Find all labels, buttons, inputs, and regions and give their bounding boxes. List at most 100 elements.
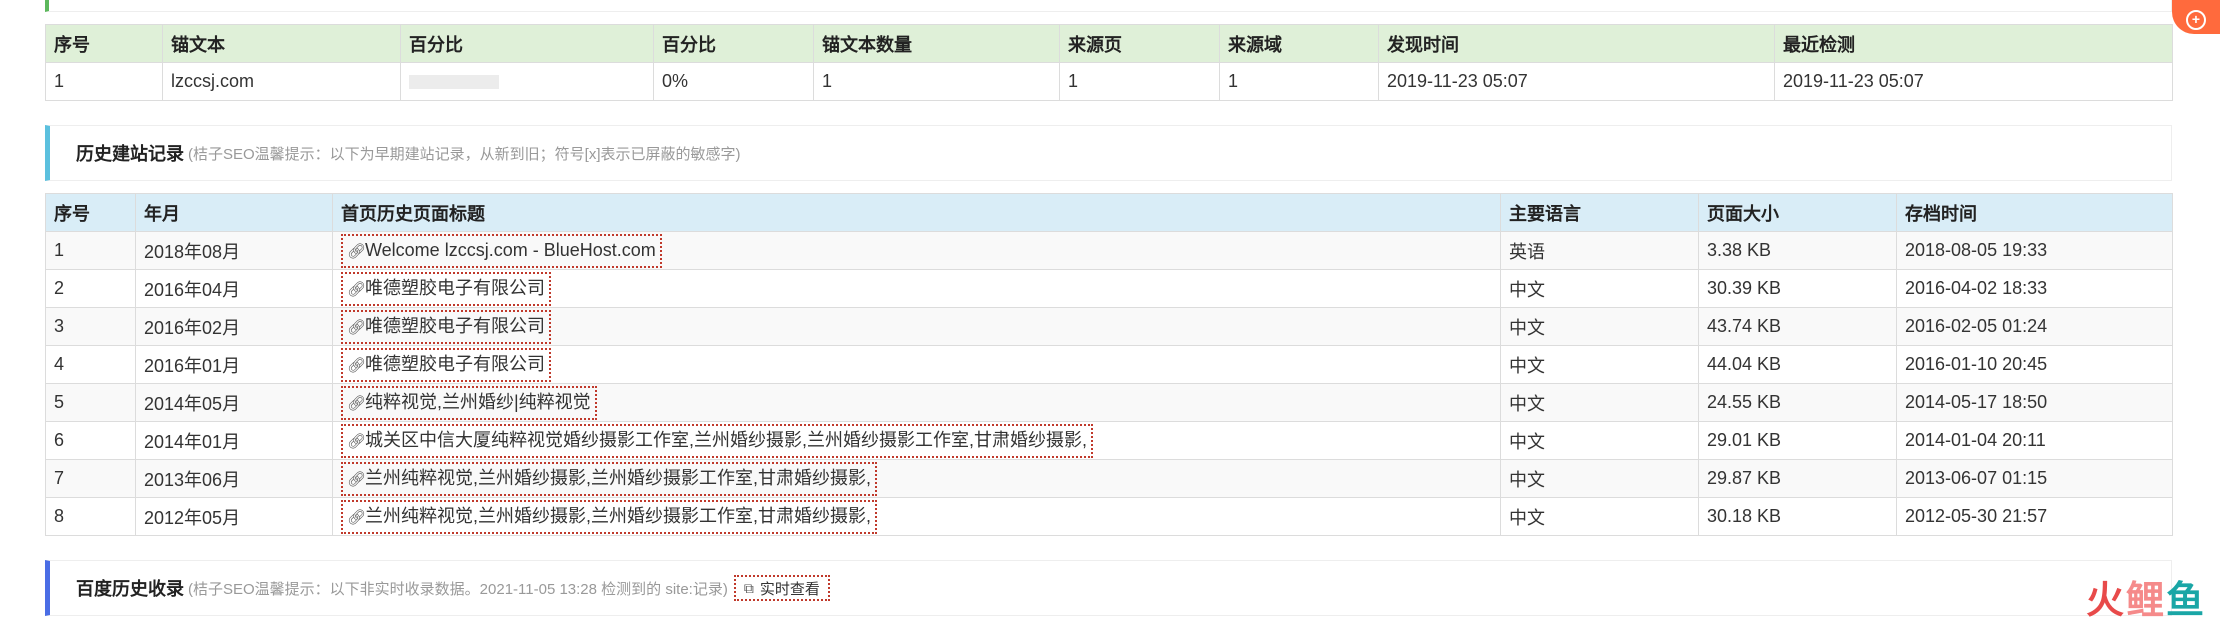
cell-page-title: 🔗︎城关区中信大厦纯粹视觉婚纱摄影工作室,兰州婚纱摄影,兰州婚纱摄影工作室,甘肃… [332,421,1501,460]
cell-index: 7 [45,459,136,498]
link-icon: 🔗︎ [347,394,367,412]
link-icon: 🔗︎ [347,318,367,336]
col-index: 序号 [45,24,163,63]
history-table: 序号 年月 首页历史页面标题 主要语言 页面大小 存档时间 1 2018年08月… [45,193,2173,536]
cell-year-month: 2014年01月 [135,421,333,460]
link-icon: 🔗︎ [347,242,367,260]
col-source-pages: 来源页 [1059,24,1220,63]
cell-year-month: 2018年08月 [135,231,333,270]
col-anchor-count: 锚文本数量 [813,24,1060,63]
live-check-button[interactable]: ⧉ 实时查看 [733,575,830,601]
side-feedback-tab[interactable]: + [2172,0,2220,34]
cell-page-size: 30.18 KB [1698,497,1897,536]
watermark-char-3: 鱼 [2165,578,2206,622]
history-table-header: 序号 年月 首页历史页面标题 主要语言 页面大小 存档时间 [45,193,2173,232]
table-row: 1 lzccsj.com 0% 1 1 1 2019-11-23 05:07 2… [45,62,2173,101]
table-row: 6 2014年01月 🔗︎城关区中信大厦纯粹视觉婚纱摄影工作室,兰州婚纱摄影,兰… [45,421,2173,460]
history-title-text: 兰州纯粹视觉,兰州婚纱摄影,兰州婚纱摄影工作室,甘肃婚纱摄影, [365,467,872,488]
cell-page-size: 30.39 KB [1698,269,1897,308]
cell-archive-time: 2012-05-30 21:57 [1896,497,2173,536]
cell-index: 4 [45,345,136,384]
cell-page-size: 24.55 KB [1698,383,1897,422]
cell-index: 2 [45,269,136,308]
link-icon: 🔗︎ [347,280,367,298]
cell-year-month: 2012年05月 [135,497,333,536]
history-title-link[interactable]: 🔗︎唯德塑胶电子有限公司 [341,309,551,344]
main-content: 序号 锚文本 百分比 百分比 锚文本数量 来源页 来源域 发现时间 最近检测 1… [45,0,2173,628]
watermark-char-2: 鲤 [2125,578,2166,622]
history-title-link[interactable]: 🔗︎城关区中信大厦纯粹视觉婚纱摄影工作室,兰州婚纱摄影,兰州婚纱摄影工作室,甘肃… [341,423,1093,458]
cell-index: 6 [45,421,136,460]
cell-index: 3 [45,307,136,346]
table-row: 3 2016年02月 🔗︎唯德塑胶电子有限公司 中文 43.74 KB 2016… [45,307,2173,346]
cell-year-month: 2016年04月 [135,269,333,308]
history-title-text: 唯德塑胶电子有限公司 [365,353,545,374]
col-year-month: 年月 [135,193,333,232]
link-icon: 🔗︎ [347,508,367,526]
cell-year-month: 2016年01月 [135,345,333,384]
col-last-check: 最近检测 [1774,24,2173,63]
cell-page-size: 29.87 KB [1698,459,1897,498]
cell-language: 中文 [1500,307,1699,346]
history-title-text: 唯德塑胶电子有限公司 [365,277,545,298]
cell-page-title: 🔗︎唯德塑胶电子有限公司 [332,307,1501,346]
cell-archive-time: 2013-06-07 01:15 [1896,459,2173,498]
col-anchor-text: 锚文本 [162,24,401,63]
cell-page-size: 3.38 KB [1698,231,1897,270]
cell-found-time: 2019-11-23 05:07 [1378,62,1775,101]
col-source-domains: 来源域 [1219,24,1379,63]
cell-year-month: 2014年05月 [135,383,333,422]
cell-language: 中文 [1500,497,1699,536]
prev-section-bottom [45,0,2172,12]
col-page-title: 首页历史页面标题 [332,193,1501,232]
history-title-link[interactable]: 🔗︎Welcome lzccsj.com - BlueHost.com [341,233,662,268]
history-title-link[interactable]: 🔗︎唯德塑胶电子有限公司 [341,271,551,306]
cell-language: 中文 [1500,459,1699,498]
table-row: 4 2016年01月 🔗︎唯德塑胶电子有限公司 中文 44.04 KB 2016… [45,345,2173,384]
cell-percent-bar [400,62,654,101]
baidu-section-title: 百度历史收录 (桔子SEO温馨提示：以下非实时收录数据。2021-11-05 1… [45,560,2172,616]
cell-anchor-count: 1 [813,62,1060,101]
cell-language: 中文 [1500,383,1699,422]
table-row: 1 2018年08月 🔗︎Welcome lzccsj.com - BlueHo… [45,231,2173,270]
cell-language: 中文 [1500,421,1699,460]
history-title-text: 唯德塑胶电子有限公司 [365,315,545,336]
history-title-link[interactable]: 🔗︎兰州纯粹视觉,兰州婚纱摄影,兰州婚纱摄影工作室,甘肃婚纱摄影, [341,499,878,534]
cell-archive-time: 2016-02-05 01:24 [1896,307,2173,346]
cell-archive-time: 2016-04-02 18:33 [1896,269,2173,308]
history-title-link[interactable]: 🔗︎兰州纯粹视觉,兰州婚纱摄影,兰州婚纱摄影工作室,甘肃婚纱摄影, [341,461,878,496]
percent-bar [409,75,499,90]
history-title-link[interactable]: 🔗︎唯德塑胶电子有限公司 [341,347,551,382]
cell-index: 5 [45,383,136,422]
anchor-table-header: 序号 锚文本 百分比 百分比 锚文本数量 来源页 来源域 发现时间 最近检测 [45,24,2173,63]
link-icon: 🔗︎ [347,470,367,488]
cell-page-title: 🔗︎兰州纯粹视觉,兰州婚纱摄影,兰州婚纱摄影工作室,甘肃婚纱摄影, [332,459,1501,498]
history-title-link[interactable]: 🔗︎纯粹视觉,兰州婚纱|纯粹视觉 [341,385,597,420]
cell-index: 1 [45,231,136,270]
cell-percent: 0% [653,62,814,101]
cell-archive-time: 2016-01-10 20:45 [1896,345,2173,384]
history-title-text: 兰州纯粹视觉,兰州婚纱摄影,兰州婚纱摄影工作室,甘肃婚纱摄影, [365,505,872,526]
cell-last-check: 2019-11-23 05:07 [1774,62,2173,101]
col-page-size: 页面大小 [1698,193,1897,232]
link-icon: 🔗︎ [347,432,367,450]
history-section-title: 历史建站记录 (桔子SEO温馨提示：以下为早期建站记录，从新到旧；符号[x]表示… [45,125,2172,181]
col-language: 主要语言 [1500,193,1699,232]
col-percent-bar: 百分比 [400,24,654,63]
cell-index: 1 [45,62,163,101]
section-heading: 百度历史收录 [76,579,184,599]
table-row: 5 2014年05月 🔗︎纯粹视觉,兰州婚纱|纯粹视觉 中文 24.55 KB … [45,383,2173,422]
external-link-icon: ⧉ [743,579,754,596]
anchor-text-table: 序号 锚文本 百分比 百分比 锚文本数量 来源页 来源域 发现时间 最近检测 1… [45,24,2173,101]
col-found-time: 发现时间 [1378,24,1775,63]
table-row: 2 2016年04月 🔗︎唯德塑胶电子有限公司 中文 30.39 KB 2016… [45,269,2173,308]
cell-page-size: 44.04 KB [1698,345,1897,384]
brand-watermark: 火鲤鱼 [2086,569,2206,624]
table-row: 8 2012年05月 🔗︎兰州纯粹视觉,兰州婚纱摄影,兰州婚纱摄影工作室,甘肃婚… [45,497,2173,536]
cell-page-size: 43.74 KB [1698,307,1897,346]
plus-icon: + [2186,10,2206,30]
cell-page-title: 🔗︎纯粹视觉,兰州婚纱|纯粹视觉 [332,383,1501,422]
cell-page-title: 🔗︎唯德塑胶电子有限公司 [332,345,1501,384]
table-row: 7 2013年06月 🔗︎兰州纯粹视觉,兰州婚纱摄影,兰州婚纱摄影工作室,甘肃婚… [45,459,2173,498]
col-archive-time: 存档时间 [1896,193,2173,232]
